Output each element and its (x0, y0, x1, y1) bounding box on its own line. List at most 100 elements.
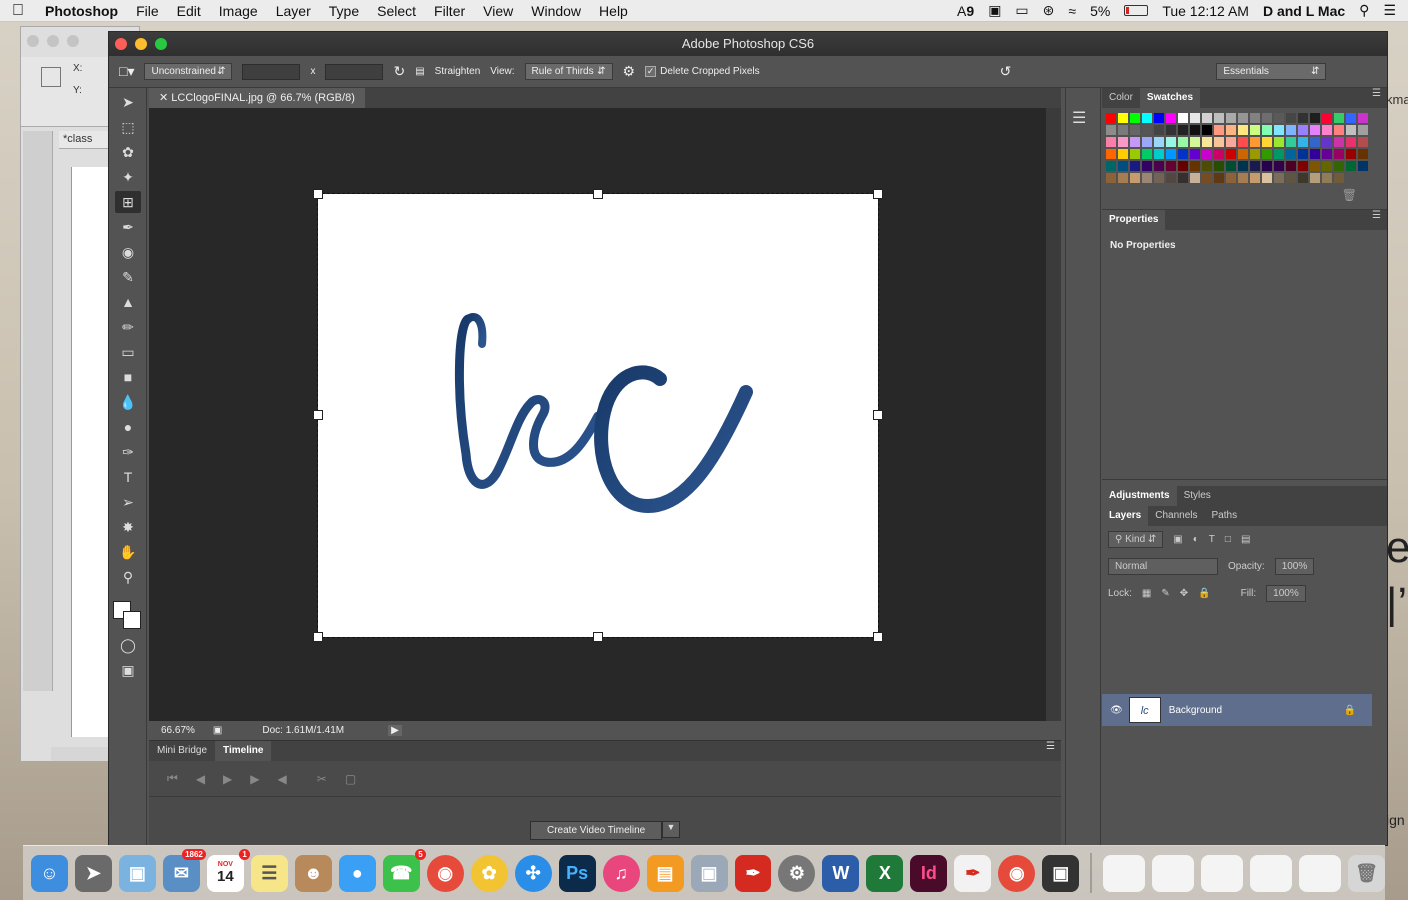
swatch[interactable] (1358, 125, 1368, 135)
swatch[interactable] (1298, 173, 1308, 183)
brush-tool-icon[interactable]: ✎ (115, 266, 141, 288)
swatch[interactable] (1178, 137, 1188, 147)
swatch[interactable] (1274, 173, 1284, 183)
swatch[interactable] (1178, 161, 1188, 171)
crop-tool-preset-icon[interactable]: □▾ (119, 63, 134, 80)
swatch[interactable] (1202, 173, 1212, 183)
path-selection-tool-icon[interactable]: ➢ (115, 491, 141, 513)
swatch[interactable] (1358, 149, 1368, 159)
lock-position-icon[interactable]: ✥ (1180, 588, 1188, 599)
app-icon[interactable]: ▣ (1042, 854, 1080, 892)
swatch[interactable] (1106, 173, 1116, 183)
crop-handle-bottom[interactable] (593, 632, 603, 642)
close-button[interactable] (115, 38, 127, 50)
width-field[interactable] (242, 63, 301, 80)
swatch[interactable] (1214, 173, 1224, 183)
crop-handle-bottom-right[interactable] (873, 632, 883, 642)
previous-frame-icon[interactable]: ◀ (196, 772, 205, 786)
lock-transparency-icon[interactable]: ▦ (1142, 588, 1151, 599)
swatch[interactable] (1286, 149, 1296, 159)
swatch[interactable] (1214, 125, 1224, 135)
swatch[interactable] (1226, 161, 1236, 171)
transition-icon[interactable]: ▢ (345, 772, 356, 786)
swatch[interactable] (1286, 113, 1296, 123)
blur-tool-icon[interactable]: 💧 (115, 391, 141, 413)
swatch[interactable] (1262, 173, 1272, 183)
crop-handle-top-right[interactable] (873, 189, 883, 199)
swatch[interactable] (1322, 161, 1332, 171)
swatch[interactable] (1334, 137, 1344, 147)
blend-mode-dropdown[interactable]: Normal (1108, 558, 1218, 575)
swatch[interactable] (1130, 113, 1140, 123)
shape-tool-icon[interactable]: ✸ (115, 516, 141, 538)
menu-filter[interactable]: Filter (425, 3, 474, 19)
swatch[interactable] (1154, 161, 1164, 171)
crop-handle-left[interactable] (313, 410, 323, 420)
swatch[interactable] (1118, 149, 1128, 159)
delete-cropped-checkbox[interactable]: ✓ (645, 66, 657, 77)
swatch[interactable] (1166, 125, 1176, 135)
swatch[interactable] (1334, 149, 1344, 159)
swatch[interactable] (1286, 161, 1296, 171)
swatch[interactable] (1262, 137, 1272, 147)
tab-paths[interactable]: Paths (1205, 506, 1245, 526)
spotlight-icon[interactable]: ⚲ (1359, 2, 1369, 19)
swatch[interactable] (1310, 113, 1320, 123)
swatch[interactable] (1142, 149, 1152, 159)
menu-app-name[interactable]: Photoshop (36, 3, 127, 19)
quick-mask-icon[interactable]: ◯ (115, 634, 141, 656)
swatch[interactable] (1166, 173, 1176, 183)
tab-mini-bridge[interactable]: Mini Bridge (149, 741, 215, 761)
next-frame-icon[interactable]: ▶ (250, 772, 259, 786)
excel-icon[interactable]: X (866, 854, 904, 892)
crop-handle-bottom-left[interactable] (313, 632, 323, 642)
swatch[interactable] (1118, 161, 1128, 171)
acrobat-icon[interactable]: ✒ (954, 854, 992, 892)
tab-color[interactable]: Color (1102, 88, 1140, 108)
swatch[interactable] (1238, 137, 1248, 147)
swatch[interactable] (1322, 173, 1332, 183)
workspace-dropdown[interactable]: Essentials ⇵ (1216, 63, 1327, 80)
shape-filter-icon[interactable]: □ (1225, 534, 1231, 545)
swatch[interactable] (1358, 113, 1368, 123)
notification-center-icon[interactable]: ☰ (1383, 2, 1396, 19)
acrobat-pro-icon[interactable]: ✒ (734, 854, 772, 892)
swatch[interactable] (1238, 113, 1248, 123)
crop-handle-top[interactable] (593, 189, 603, 199)
menu-window[interactable]: Window (522, 3, 590, 19)
swatch[interactable] (1322, 137, 1332, 147)
document-tab[interactable]: ✕ LCClogoFINAL.jpg @ 66.7% (RGB/8) (149, 88, 365, 108)
adjustment-filter-icon[interactable]: ◐ (1193, 534, 1199, 545)
swatch[interactable] (1190, 125, 1200, 135)
zoom-tool-icon[interactable]: ⚲ (115, 566, 141, 588)
pixel-filter-icon[interactable]: ▣ (1173, 534, 1182, 545)
battery-icon[interactable] (1124, 5, 1149, 16)
swatch[interactable] (1334, 161, 1344, 171)
swatch[interactable] (1142, 161, 1152, 171)
swatch[interactable] (1310, 173, 1320, 183)
swatch[interactable] (1238, 161, 1248, 171)
swatch[interactable] (1190, 137, 1200, 147)
bluetooth-icon[interactable]: ⊛ (1043, 2, 1055, 19)
eraser-tool-icon[interactable]: ▭ (115, 341, 141, 363)
swatch[interactable] (1262, 161, 1272, 171)
wifi-icon[interactable]: ≈ (1068, 3, 1076, 19)
swatch[interactable] (1178, 173, 1188, 183)
swatch[interactable] (1250, 137, 1260, 147)
swatch[interactable] (1214, 149, 1224, 159)
vertical-scrollbar[interactable] (1046, 108, 1061, 721)
swatches-grid[interactable] (1102, 108, 1387, 188)
swatch[interactable] (1358, 137, 1368, 147)
swatch[interactable] (1286, 137, 1296, 147)
export-icon[interactable]: ▣ (213, 725, 222, 736)
eyedropper-tool-icon[interactable]: ✒ (115, 216, 141, 238)
safari-icon[interactable]: ✣ (514, 854, 552, 892)
swatch[interactable] (1202, 137, 1212, 147)
swatch[interactable] (1226, 125, 1236, 135)
marquee-tool-icon[interactable]: ⬚ (115, 116, 141, 138)
swatch[interactable] (1190, 113, 1200, 123)
canvas-area[interactable] (149, 108, 1046, 721)
crop-handle-top-left[interactable] (313, 189, 323, 199)
swatch[interactable] (1118, 137, 1128, 147)
kind-dropdown[interactable]: ⚲ Kind ⇵ (1108, 531, 1164, 548)
